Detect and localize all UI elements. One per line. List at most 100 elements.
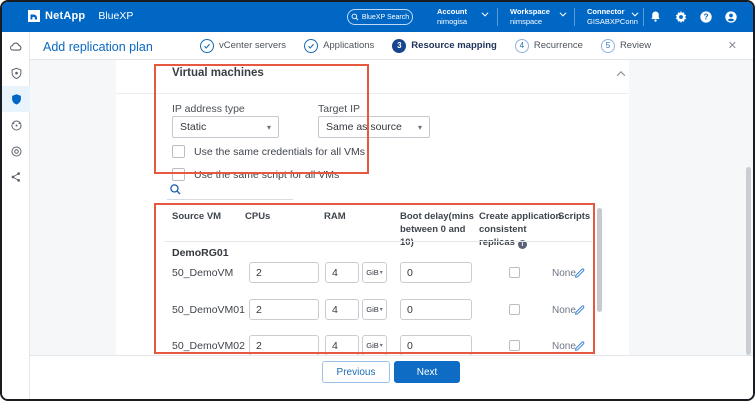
step-label: Resource mapping: [411, 40, 497, 51]
ram-unit-select[interactable]: GiB▾: [362, 299, 387, 320]
chevron-down-icon: ▾: [267, 123, 271, 132]
cpus-input[interactable]: [249, 262, 319, 283]
step-label: Review: [620, 40, 651, 51]
ram-unit-value: GiB: [366, 341, 379, 350]
content-area: Virtual machines IP address type Target …: [30, 60, 753, 359]
protection-shield-icon: [10, 93, 23, 106]
vm-search-input[interactable]: [167, 199, 293, 200]
bluexp-window: NetApp BlueXP BlueXP Search Account nimo…: [0, 0, 755, 401]
chevron-down-icon[interactable]: [558, 9, 568, 19]
target-ip-select[interactable]: Same as source ▾: [318, 116, 430, 138]
cpus-input[interactable]: [249, 335, 319, 356]
resource-mapping-panel: Virtual machines IP address type Target …: [116, 60, 629, 359]
ram-input[interactable]: [325, 262, 359, 283]
vm-search-icon[interactable]: [169, 183, 182, 196]
netapp-logo: NetApp BlueXP: [28, 10, 133, 22]
step-label: Applications: [323, 40, 374, 51]
ram-unit-select[interactable]: GiB▾: [362, 262, 387, 283]
account-label: Account: [437, 7, 467, 17]
vm-name: 50_DemoVM02: [172, 340, 245, 352]
col-header-ram: RAM: [324, 210, 364, 223]
table-header-divider: [164, 241, 592, 242]
step-resource-mapping[interactable]: 3 Resource mapping: [392, 39, 497, 53]
edit-pencil-icon[interactable]: [574, 266, 586, 278]
col-header-cpus: CPUs: [245, 210, 285, 223]
next-button[interactable]: Next: [394, 361, 460, 383]
edit-pencil-icon[interactable]: [574, 303, 586, 315]
same-credentials-checkbox[interactable]: [172, 145, 185, 158]
boot-delay-input[interactable]: [400, 299, 472, 320]
sidebar-item-extensions[interactable]: [2, 164, 30, 190]
wizard-stepper: vCenter servers Applications 3 Resource …: [200, 32, 651, 59]
script-value: None: [552, 341, 576, 352]
mobility-globe-icon: [10, 119, 23, 132]
close-icon[interactable]: ✕: [728, 39, 737, 52]
user-avatar-icon[interactable]: [723, 9, 738, 24]
ip-address-type-value: Static: [180, 121, 206, 133]
notifications-bell-icon[interactable]: [648, 9, 663, 24]
account-value: nimogisa: [437, 17, 467, 27]
section-title: Virtual machines: [172, 67, 264, 79]
settings-gear-icon[interactable]: [673, 9, 688, 24]
page-title: Add replication plan: [43, 40, 153, 54]
page-scrollbar[interactable]: [746, 167, 751, 355]
step-label: vCenter servers: [219, 40, 286, 51]
boot-delay-input[interactable]: [400, 335, 472, 356]
sidebar-item-protection[interactable]: [2, 86, 30, 112]
sidebar-item-health[interactable]: [2, 60, 30, 86]
chevron-down-icon[interactable]: [630, 9, 640, 19]
chevron-down-icon: ▾: [380, 306, 383, 313]
topbar-separator: [497, 8, 498, 26]
vm-name: 50_DemoVM: [172, 267, 233, 279]
ip-address-type-label: IP address type: [172, 103, 245, 115]
ram-unit-select[interactable]: GiB▾: [362, 335, 387, 356]
table-scrollbar[interactable]: [597, 208, 602, 312]
same-script-checkbox[interactable]: [172, 168, 185, 181]
health-shield-icon: [10, 67, 23, 80]
section-divider: [116, 93, 629, 94]
target-ip-label: Target IP: [318, 103, 360, 115]
step-applications[interactable]: Applications: [304, 39, 374, 53]
account-menu[interactable]: Account nimogisa: [437, 7, 467, 27]
chevron-down-icon: ▾: [380, 269, 383, 276]
cpus-input[interactable]: [249, 299, 319, 320]
help-icon[interactable]: ?: [698, 9, 713, 24]
consistent-replica-checkbox[interactable]: [509, 267, 520, 278]
workspace-label: Workspace: [510, 7, 550, 17]
search-icon: [351, 13, 359, 21]
ram-unit-value: GiB: [366, 268, 379, 277]
col-header-boot-delay: Boot delay(mins between 0 and 10): [400, 210, 476, 249]
consistent-replica-checkbox[interactable]: [509, 340, 520, 351]
bluexp-search[interactable]: BlueXP Search: [347, 9, 413, 25]
ram-input[interactable]: [325, 299, 359, 320]
ip-address-type-select[interactable]: Static ▾: [172, 116, 279, 138]
same-credentials-label: Use the same credentials for all VMs: [194, 146, 365, 158]
col-header-scripts: Scripts: [558, 210, 598, 223]
collapse-chevron-up-icon[interactable]: [614, 67, 628, 81]
vm-group-name: DemoRG01: [172, 247, 229, 259]
step-vcenter-servers[interactable]: vCenter servers: [200, 39, 286, 53]
step-check-icon: [304, 39, 318, 53]
workspace-menu[interactable]: Workspace nimspace: [510, 7, 550, 27]
chevron-down-icon[interactable]: [480, 9, 490, 19]
previous-button[interactable]: Previous: [322, 361, 390, 383]
product-name: BlueXP: [98, 10, 133, 22]
ram-input[interactable]: [325, 335, 359, 356]
consistent-replica-checkbox[interactable]: [509, 304, 520, 315]
sidebar-item-storage[interactable]: [2, 34, 30, 60]
boot-delay-input[interactable]: [400, 262, 472, 283]
extensions-share-icon: [10, 171, 22, 183]
same-script-label: Use the same script for all VMs: [194, 169, 339, 181]
topbar-separator: [574, 8, 575, 26]
svg-text:?: ?: [703, 12, 708, 21]
chevron-down-icon: ▾: [380, 342, 383, 349]
step-review[interactable]: 5 Review: [601, 39, 651, 53]
ram-unit-value: GiB: [366, 305, 379, 314]
governance-rings-icon: [10, 145, 23, 158]
edit-pencil-icon[interactable]: [574, 339, 586, 351]
topbar-separator: [643, 8, 644, 26]
step-label: Recurrence: [534, 40, 583, 51]
step-recurrence[interactable]: 4 Recurrence: [515, 39, 583, 53]
sidebar-item-governance[interactable]: [2, 138, 30, 164]
sidebar-item-mobility[interactable]: [2, 112, 30, 138]
